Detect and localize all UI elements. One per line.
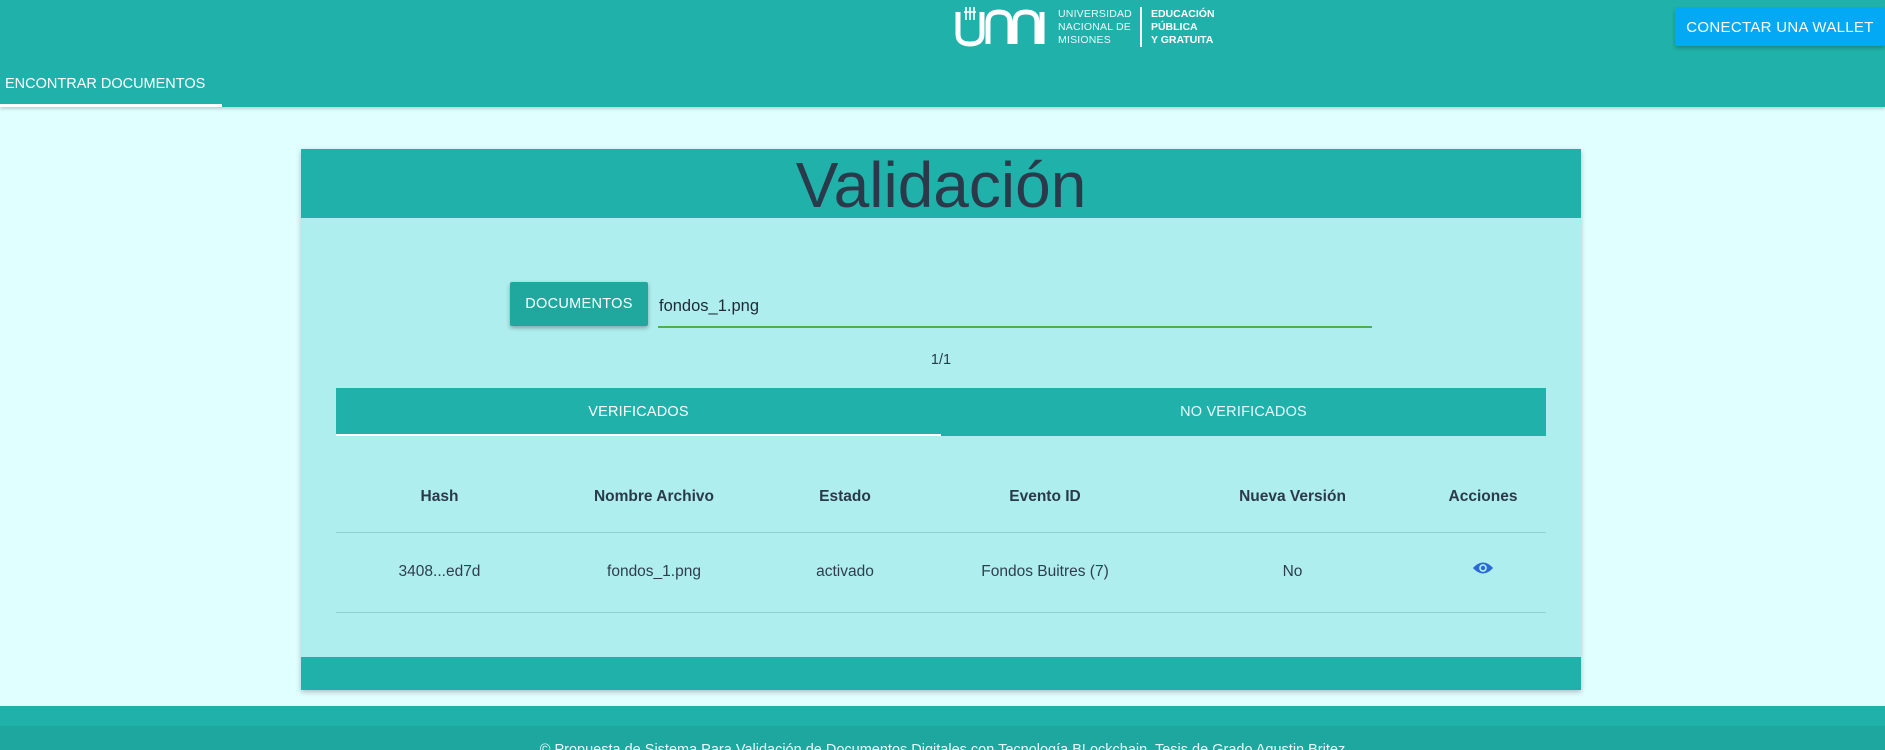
logo-line: MISIONES: [1058, 33, 1111, 46]
footer-copyright: © Propuesta de Sistema Para Validación d…: [539, 742, 1346, 750]
page-footer: © Propuesta de Sistema Para Validación d…: [0, 726, 1885, 750]
validation-card: Validación DOCUMENTOS 1/1 VERIFICADOS NO…: [301, 149, 1581, 690]
unam-logo: UNIVERSIDAD NACIONAL DE MISIONES EDUCACI…: [952, 4, 1215, 50]
app-header: UNIVERSIDAD NACIONAL DE MISIONES EDUCACI…: [0, 0, 1885, 107]
column-header-event-id: Evento ID: [925, 462, 1165, 533]
column-header-file-name: Nombre Archivo: [543, 462, 765, 533]
column-header-hash: Hash: [336, 462, 543, 533]
column-header-status: Estado: [765, 462, 925, 533]
documents-button[interactable]: DOCUMENTOS: [510, 282, 648, 326]
unam-logo-icon: [955, 7, 1045, 47]
card-footer-bar: [301, 657, 1581, 690]
page-title: Validación: [795, 149, 1087, 219]
table-header-row: Hash Nombre Archivo Estado Evento ID Nue…: [336, 462, 1546, 533]
eye-icon[interactable]: [1472, 560, 1494, 576]
verification-tabs: VERIFICADOS NO VERIFICADOS: [336, 388, 1546, 436]
table-row: 3408...ed7d fondos_1.png activado Fondos…: [336, 532, 1546, 613]
active-tab-indicator: [0, 104, 222, 107]
cell-event-id: Fondos Buitres (7): [925, 532, 1165, 613]
cell-file-name: fondos_1.png: [543, 532, 765, 613]
logo-divider: [1139, 7, 1142, 47]
logo-tag-line: EDUCACIÓN: [1150, 7, 1215, 20]
column-header-new-version: Nueva Versión: [1165, 462, 1420, 533]
logo-tagline: EDUCACIÓN PÚBLICA Y GRATUITA: [1151, 8, 1215, 47]
column-header-actions: Acciones: [1420, 462, 1546, 533]
connect-wallet-button[interactable]: CONECTAR UNA WALLET: [1675, 8, 1885, 46]
documents-table: Hash Nombre Archivo Estado Evento ID Nue…: [336, 462, 1546, 613]
document-search-input[interactable]: [658, 286, 1372, 328]
cell-hash: 3408...ed7d: [336, 532, 543, 613]
tab-not-verified[interactable]: NO VERIFICADOS: [941, 388, 1546, 436]
logo-line: UNIVERSIDAD: [1058, 7, 1132, 20]
cell-status: activado: [765, 532, 925, 613]
logo-university-name: UNIVERSIDAD NACIONAL DE MISIONES: [1058, 8, 1132, 47]
cell-actions: [1420, 532, 1546, 613]
card-header: Validación: [301, 149, 1581, 218]
footer-strip: [0, 706, 1885, 726]
tab-verified[interactable]: VERIFICADOS: [336, 388, 941, 436]
cell-new-version: No: [1165, 532, 1420, 613]
logo-line: NACIONAL DE: [1058, 20, 1131, 33]
logo-tag-line: PÚBLICA: [1150, 20, 1198, 33]
pagination-indicator: 1/1: [930, 352, 952, 368]
tab-find-documents[interactable]: ENCONTRAR DOCUMENTOS: [0, 63, 222, 107]
logo-tag-line: Y GRATUITA: [1150, 33, 1214, 46]
